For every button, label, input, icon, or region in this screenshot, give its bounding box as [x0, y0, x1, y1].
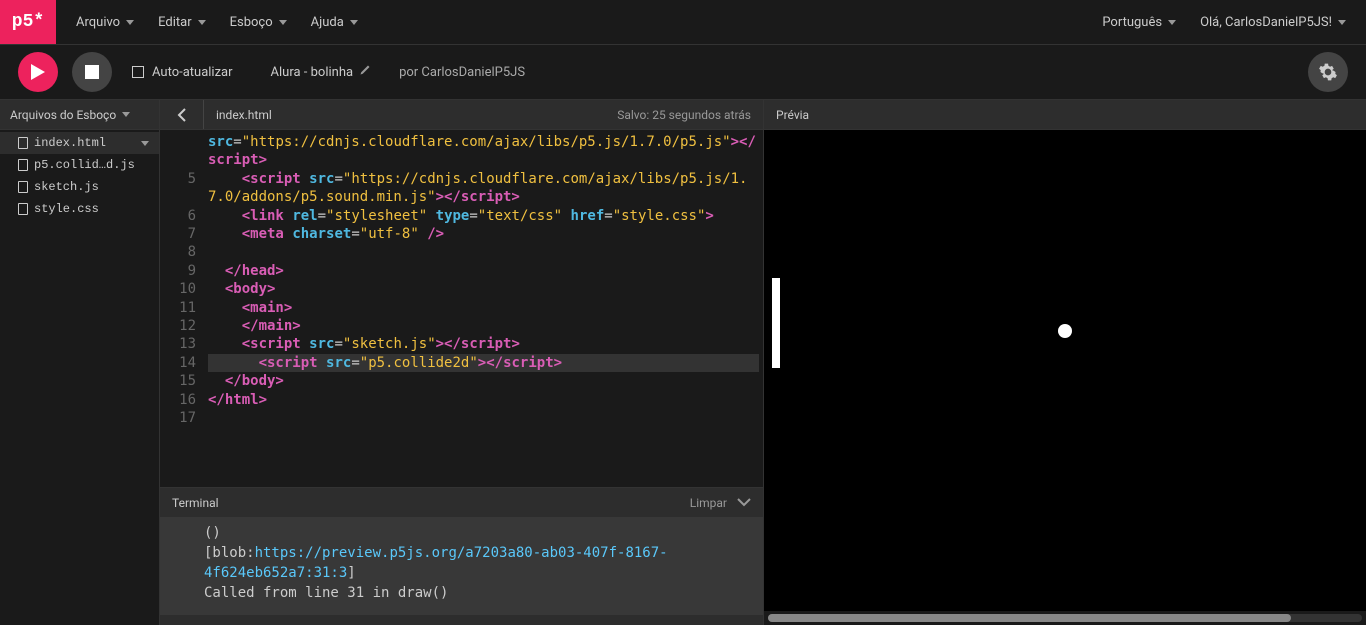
current-file-label: index.html — [204, 108, 272, 122]
play-button[interactable] — [18, 52, 58, 92]
play-icon — [31, 64, 45, 80]
file-icon — [18, 137, 28, 149]
menu-ajuda[interactable]: Ajuda — [311, 15, 358, 30]
caret-down-icon — [1168, 20, 1176, 25]
language-label: Português — [1102, 15, 1162, 30]
file-item[interactable]: index.html — [0, 132, 159, 154]
file-name: p5.collid…d.js — [34, 158, 135, 172]
menu-label: Ajuda — [311, 15, 344, 30]
preview-header: Prévia — [764, 100, 1366, 130]
line-gutter: 5 67891011121314151617 — [160, 130, 204, 487]
terminal-input[interactable] — [160, 615, 763, 625]
terminal-clear-button[interactable]: Limpar — [690, 496, 727, 510]
gear-icon — [1318, 62, 1338, 82]
caret-down-icon — [1338, 20, 1346, 25]
preview-title: Prévia — [776, 108, 809, 122]
settings-button[interactable] — [1308, 52, 1348, 92]
terminal-title: Terminal — [172, 496, 219, 510]
scroll-track — [768, 614, 1362, 622]
menu-label: Esboço — [230, 15, 273, 30]
file-item[interactable]: style.css — [0, 198, 159, 220]
auto-refresh[interactable]: Auto-atualizar — [132, 65, 233, 80]
caret-down-icon — [198, 20, 206, 25]
file-name: style.css — [34, 202, 99, 216]
menu-right: Português Olá, CarlosDanielP5JS! — [1102, 0, 1366, 44]
menu-label: Editar — [158, 15, 192, 30]
auto-refresh-label: Auto-atualizar — [152, 65, 233, 80]
checkbox-icon[interactable] — [132, 66, 144, 78]
terminal-body[interactable]: () [blob:https://preview.p5js.org/a7203a… — [160, 517, 763, 615]
file-name: index.html — [34, 136, 106, 150]
caret-down-icon — [122, 112, 130, 117]
chevron-left-icon — [177, 108, 187, 122]
sketch-name-text: Alura - bolinha — [271, 65, 354, 80]
terminal-line: Called from line 31 in draw() — [204, 583, 753, 603]
author: por CarlosDanielP5JS — [399, 65, 525, 80]
menu-arquivo[interactable]: Arquivo — [76, 15, 134, 30]
preview-canvas[interactable] — [764, 130, 1366, 611]
language-selector[interactable]: Português — [1102, 15, 1176, 30]
file-icon — [18, 203, 28, 215]
preview-scrollbar[interactable] — [764, 611, 1366, 625]
editor-column: index.html Salvo: 25 segundos atrás 5 67… — [160, 100, 764, 625]
sidebar-header[interactable]: Arquivos do Esboço — [0, 100, 159, 130]
caret-down-icon — [350, 20, 358, 25]
paddle — [772, 278, 780, 368]
preview-column: Prévia — [764, 100, 1366, 625]
menu-editar[interactable]: Editar — [158, 15, 206, 30]
stop-button[interactable] — [72, 52, 112, 92]
file-sidebar: Arquivos do Esboço index.html p5.collid…d… — [0, 100, 160, 625]
menu-items: Arquivo Editar Esboço Ajuda — [56, 0, 358, 44]
code-content[interactable]: src="https://cdnjs.cloudflare.com/ajax/l… — [204, 130, 763, 487]
terminal-header: Terminal Limpar — [160, 487, 763, 517]
content: Arquivos do Esboço index.html p5.collid…d… — [0, 100, 1366, 625]
ball — [1058, 324, 1072, 338]
user-greeting: Olá, CarlosDanielP5JS! — [1200, 15, 1332, 30]
user-menu[interactable]: Olá, CarlosDanielP5JS! — [1200, 15, 1346, 30]
menu-label: Arquivo — [76, 15, 120, 30]
editor-header: index.html Salvo: 25 segundos atrás — [160, 100, 763, 130]
terminal-collapse-button[interactable] — [737, 496, 751, 510]
file-list: index.html p5.collid…d.js sketch.js style.c… — [0, 130, 159, 220]
menu-esboco[interactable]: Esboço — [230, 15, 287, 30]
toolbar: Auto-atualizar Alura - bolinha por Carlo… — [0, 44, 1366, 100]
saved-status: Salvo: 25 segundos atrás — [617, 108, 763, 122]
scroll-thumb[interactable] — [768, 614, 1291, 622]
caret-down-icon — [126, 20, 134, 25]
code-editor[interactable]: 5 67891011121314151617 src="https://cdnj… — [160, 130, 763, 487]
sidebar-header-label: Arquivos do Esboço — [10, 108, 116, 122]
file-item[interactable]: sketch.js — [0, 176, 159, 198]
caret-down-icon — [279, 20, 287, 25]
sketch-name[interactable]: Alura - bolinha — [271, 64, 372, 80]
file-item[interactable]: p5.collid…d.js — [0, 154, 159, 176]
topbar: p5* Arquivo Editar Esboço Ajuda Portuguê… — [0, 0, 1366, 44]
caret-down-icon — [141, 141, 149, 146]
terminal-line: [blob:https://preview.p5js.org/a7203a80-… — [204, 543, 753, 583]
pencil-icon[interactable] — [359, 64, 371, 80]
file-icon — [18, 159, 28, 171]
logo[interactable]: p5* — [0, 0, 56, 44]
chevron-down-icon — [737, 497, 751, 507]
stop-icon — [85, 65, 99, 79]
collapse-sidebar-button[interactable] — [160, 100, 204, 129]
terminal-line: () — [204, 523, 753, 543]
file-icon — [18, 181, 28, 193]
file-name: sketch.js — [34, 180, 99, 194]
